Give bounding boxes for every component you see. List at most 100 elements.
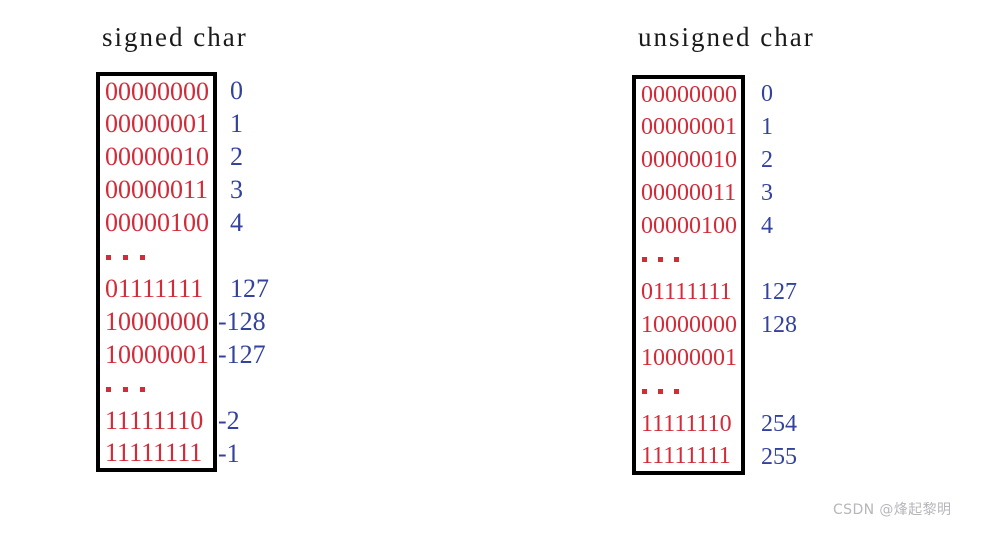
bit-pattern-cell: 01111111 [96,272,217,305]
signed-char-column: signed char 00000000 0 00000001 1 00000010 2 0… [96,0,273,472]
decimal-value-cell: 4 [743,209,799,242]
signed-char-table-body: 00000000 0 00000001 1 00000010 2 00000011 3 0000… [96,72,271,472]
decimal-value-cell [215,371,271,404]
bit-pattern-cell: 00000001 [96,107,217,140]
decimal-value-text: 4 [761,212,773,239]
decimal-value-text: 1 [761,113,773,140]
decimal-value-text: -1 [218,438,240,468]
decimal-value-text: 127 [230,273,269,303]
bit-pattern-cell: 01111111 [632,275,745,308]
table-row: 00000010 2 [96,140,271,173]
unsigned-char-column: unsigned char 00000000 0 00000001 1 00000010… [632,0,815,475]
decimal-value-cell: 1 [215,107,271,140]
decimal-value-cell: 0 [743,77,799,110]
unsigned-char-table: 00000000 0 00000001 1 00000010 2 00000011 3 0000… [632,75,801,475]
table-row [96,371,271,404]
decimal-value-text: 4 [230,207,243,237]
csdn-watermark: CSDN @烽起黎明 [833,502,952,518]
decimal-value-text: 3 [230,174,243,204]
decimal-value-cell: 0 [215,74,271,107]
bit-pattern-cell: 11111110 [632,407,745,440]
bit-pattern-cell: 00000010 [632,143,745,176]
bit-pattern-cell: 10000001 [632,341,745,374]
table-row [96,239,271,272]
table-row: 00000011 3 [96,173,271,206]
decimal-value-cell: 128 [743,308,799,341]
decimal-value-cell [743,374,799,407]
table-row: 00000010 2 [632,143,799,176]
ellipsis-cell [632,242,745,275]
bit-pattern-cell: 10000000 [96,305,217,338]
decimal-value-cell: 127 [215,272,271,305]
decimal-value-text: 127 [761,278,797,305]
decimal-value-cell: 3 [743,176,799,209]
table-row: 00000000 0 [96,72,271,107]
table-row: 10000000 -128 [96,305,271,338]
bit-pattern-cell: 00000010 [96,140,217,173]
bit-pattern-cell: 00000011 [632,176,745,209]
table-row: 00000000 0 [632,75,799,110]
bit-pattern-cell: 00000000 [96,72,217,107]
signed-char-title: signed char [102,22,248,52]
decimal-value-text: 0 [230,75,243,105]
decimal-value-cell: 127 [743,275,799,308]
ellipsis-cell [96,239,217,272]
decimal-value-cell [215,239,271,272]
bit-pattern-cell: 00000001 [632,110,745,143]
decimal-value-cell: -128 [215,305,271,338]
decimal-value-cell [743,242,799,275]
decimal-value-text: 1 [230,108,243,138]
table-row [632,374,799,407]
decimal-value-cell: 3 [215,173,271,206]
ellipsis-icon [105,375,157,401]
bit-pattern-cell: 10000000 [632,308,745,341]
bit-pattern-cell: 11111110 [96,404,217,437]
bit-pattern-cell: 10000001 [96,338,217,371]
decimal-value-cell: 4 [215,206,271,239]
decimal-value-text: 128 [761,311,797,338]
decimal-value-text: 0 [761,80,773,107]
table-row: 11111110 -2 [96,404,271,437]
unsigned-char-table-body: 00000000 0 00000001 1 00000010 2 00000011 3 0000… [632,75,799,475]
bit-pattern-cell: 00000000 [632,75,745,110]
unsigned-char-title: unsigned char [638,22,815,52]
table-row: 10000001 -127 [96,338,271,371]
bit-pattern-cell: 00000100 [632,209,745,242]
decimal-value-cell [743,341,799,374]
decimal-value-cell: 2 [743,143,799,176]
unsigned-char-table-wrap: 00000000 0 00000001 1 00000010 2 00000011 3 0000… [632,75,815,475]
decimal-value-cell: 2 [215,140,271,173]
table-row: 11111110 254 [632,407,799,440]
bit-pattern-cell: 00000100 [96,206,217,239]
bit-pattern-cell: 00000011 [96,173,217,206]
decimal-value-cell: -127 [215,338,271,371]
decimal-value-text: -2 [218,405,240,435]
table-row: 10000000 128 [632,308,799,341]
table-row: 11111111 -1 [96,437,271,472]
table-row [632,242,799,275]
table-row: 00000001 1 [96,107,271,140]
decimal-value-cell: 254 [743,407,799,440]
signed-char-table: 00000000 0 00000001 1 00000010 2 00000011 3 0000… [96,72,273,472]
decimal-value-text: 2 [230,141,243,171]
table-row: 00000100 4 [632,209,799,242]
decimal-value-cell: 1 [743,110,799,143]
table-row: 11111111 255 [632,440,799,475]
table-row: 00000100 4 [96,206,271,239]
ellipsis-icon [105,243,157,269]
table-row: 00000011 3 [632,176,799,209]
decimal-value-cell: -1 [215,437,271,470]
decimal-value-cell: 255 [743,440,799,473]
ellipsis-cell [96,371,217,404]
table-row: 00000001 1 [632,110,799,143]
decimal-value-cell: -2 [215,404,271,437]
decimal-value-text: 255 [761,443,797,470]
decimal-value-text: -128 [218,306,266,336]
table-row: 10000001 [632,341,799,374]
bit-pattern-cell: 11111111 [96,437,217,472]
char-range-diagram: signed char 00000000 0 00000001 1 00000010 2 0… [0,0,981,535]
decimal-value-text: -127 [218,339,266,369]
decimal-value-text: 2 [761,146,773,173]
bit-pattern-cell: 11111111 [632,440,745,475]
ellipsis-cell [632,374,745,407]
